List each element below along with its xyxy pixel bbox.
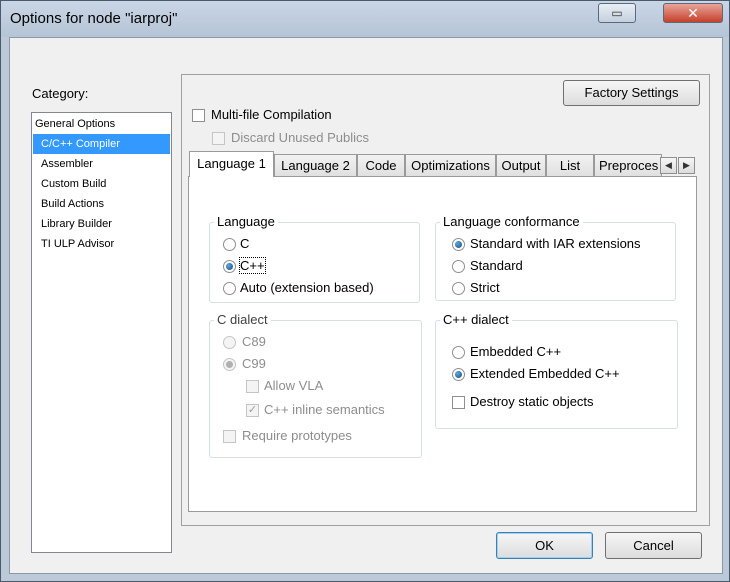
inline-semantics-label: C++ inline semantics: [264, 402, 385, 417]
language-conformance-group: Language conformance Standard with IAR e…: [435, 214, 676, 301]
inline-semantics-checkbox[interactable]: ✓: [246, 404, 259, 417]
category-item-general-options[interactable]: General Options: [33, 114, 170, 134]
discard-unused-publics-label: Discard Unused Publics: [231, 130, 370, 145]
c-dialect-c99-radio[interactable]: [223, 358, 236, 371]
tab-language-1[interactable]: Language 1: [189, 151, 274, 177]
cancel-button[interactable]: Cancel: [605, 532, 702, 559]
destroy-static-objects-label: Destroy static objects: [470, 394, 594, 409]
category-item-library-builder[interactable]: Library Builder: [33, 214, 170, 234]
category-item-build-actions[interactable]: Build Actions: [33, 194, 170, 214]
ok-button[interactable]: OK: [496, 532, 593, 559]
close-button[interactable]: ✕: [663, 3, 723, 23]
conformance-standard-radio[interactable]: [452, 260, 465, 273]
category-list[interactable]: General Options C/C++ Compiler Assembler…: [31, 112, 172, 553]
cpp-dialect-extended-radio[interactable]: [452, 368, 465, 381]
language-cpp-label: C++: [239, 257, 266, 274]
category-item-ti-ulp-advisor[interactable]: TI ULP Advisor: [33, 234, 170, 254]
tab-list[interactable]: List: [546, 154, 594, 176]
tab-output[interactable]: Output: [496, 154, 546, 176]
tab-language-2[interactable]: Language 2: [274, 154, 357, 176]
restore-button[interactable]: ▭: [598, 3, 636, 23]
c-dialect-c89-radio[interactable]: [223, 336, 236, 349]
destroy-static-objects-checkbox[interactable]: [452, 396, 465, 409]
category-item-assembler[interactable]: Assembler: [33, 154, 170, 174]
category-item-c-cpp-compiler[interactable]: C/C++ Compiler: [33, 134, 170, 154]
conformance-standard-label: Standard: [470, 258, 523, 273]
require-prototypes-label: Require prototypes: [242, 428, 352, 443]
conformance-standard-iar-label: Standard with IAR extensions: [470, 236, 641, 251]
cpp-dialect-embedded-radio[interactable]: [452, 346, 465, 359]
cpp-dialect-title: C++ dialect: [440, 312, 512, 327]
scroll-left-icon: ◀: [665, 160, 672, 170]
restore-icon: ▭: [611, 6, 623, 20]
language-cpp-radio[interactable]: [223, 260, 236, 273]
conformance-standard-iar-radio[interactable]: [452, 238, 465, 251]
title-bar[interactable]: Options for node "iarproj" ▭ ✕: [1, 1, 729, 37]
c-dialect-c99-label: C99: [242, 356, 266, 371]
c-dialect-c89-label: C89: [242, 334, 266, 349]
checkmark-icon: ✓: [247, 404, 258, 416]
close-icon: ✕: [687, 4, 699, 21]
language-group-title: Language: [214, 214, 278, 229]
language-1-tab-page: Language C C++ Auto (extension based) La…: [188, 176, 697, 512]
cpp-dialect-group: C++ dialect Embedded C++ Extended Embedd…: [435, 312, 678, 429]
tab-optimizations[interactable]: Optimizations: [405, 154, 496, 176]
language-auto-radio[interactable]: [223, 282, 236, 295]
multi-file-compilation-checkbox[interactable]: [192, 109, 205, 122]
allow-vla-label: Allow VLA: [264, 378, 324, 393]
cpp-dialect-extended-label: Extended Embedded C++: [470, 366, 620, 381]
language-auto-label: Auto (extension based): [240, 280, 374, 295]
allow-vla-checkbox[interactable]: [246, 380, 259, 393]
language-conformance-title: Language conformance: [440, 214, 583, 229]
c-dialect-group: C dialect C89 C99 Allow VLA ✓ C++ inline…: [209, 312, 422, 458]
tab-preprocessor[interactable]: Preproces: [594, 154, 662, 176]
conformance-strict-radio[interactable]: [452, 282, 465, 295]
language-c-radio[interactable]: [223, 238, 236, 251]
language-c-label: C: [240, 236, 250, 251]
tab-scroll-right-button[interactable]: ▶: [678, 157, 695, 174]
discard-unused-publics-checkbox[interactable]: [212, 132, 225, 145]
scroll-right-icon: ▶: [683, 160, 690, 170]
c-dialect-title: C dialect: [214, 312, 271, 327]
tab-scroll-left-button[interactable]: ◀: [660, 157, 677, 174]
category-label: Category:: [32, 86, 89, 101]
category-item-custom-build[interactable]: Custom Build: [33, 174, 170, 194]
multi-file-compilation-label: Multi-file Compilation: [211, 107, 332, 122]
factory-settings-button[interactable]: Factory Settings: [563, 80, 700, 106]
window-title: Options for node "iarproj": [10, 10, 178, 27]
tab-code[interactable]: Code: [357, 154, 405, 176]
language-group: Language C C++ Auto (extension based): [209, 214, 420, 303]
cpp-dialect-embedded-label: Embedded C++: [470, 344, 562, 359]
conformance-strict-label: Strict: [470, 280, 500, 295]
require-prototypes-checkbox[interactable]: [223, 430, 236, 443]
